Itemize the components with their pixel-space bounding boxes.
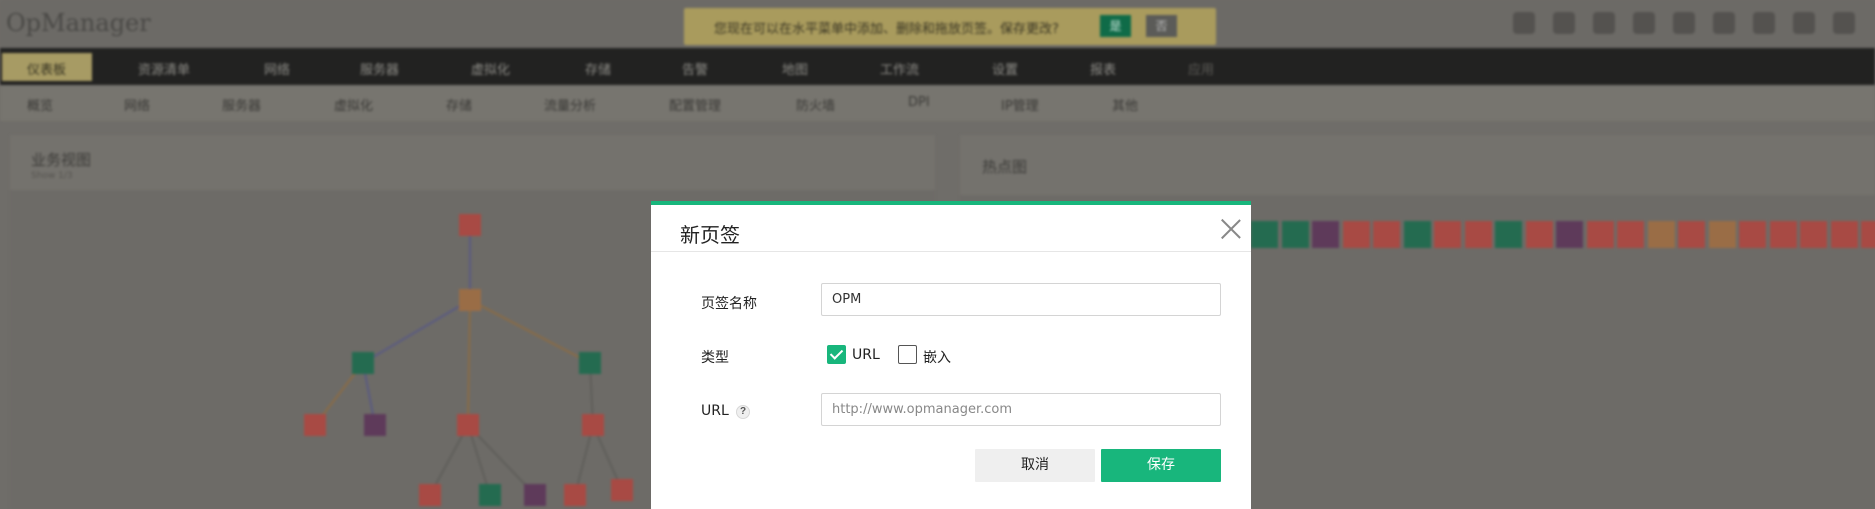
notice-text: 您现在可以在水平菜单中添加、删除和拖放页签。保存更改? <box>714 22 1059 37</box>
map-node[interactable] <box>304 414 326 436</box>
heatmap-cell[interactable] <box>1739 221 1766 248</box>
main-nav-item[interactable]: 告警 <box>682 59 708 78</box>
main-nav: 资源清单 网络 服务器 虚拟化 存储 告警 地图 工作流 设置 报表 应用 <box>0 48 1875 85</box>
map-node[interactable] <box>457 414 479 436</box>
main-nav-item[interactable]: 工作流 <box>880 59 919 78</box>
heatmap-cell[interactable] <box>1495 221 1522 248</box>
heatmap-cell[interactable] <box>1800 221 1827 248</box>
heatmap-cell[interactable] <box>1861 221 1875 248</box>
url-input[interactable] <box>821 393 1221 426</box>
map-node[interactable] <box>459 214 481 236</box>
sub-nav-item[interactable]: IP管理 <box>1001 95 1039 114</box>
map-node[interactable] <box>419 484 441 506</box>
bell-icon[interactable] <box>1713 12 1735 34</box>
map-node[interactable] <box>564 484 586 506</box>
type-label: 类型 <box>701 350 729 366</box>
main-nav-item[interactable]: 应用 <box>1188 59 1214 78</box>
map-node[interactable] <box>459 289 481 311</box>
sub-nav-item[interactable]: 虚拟化 <box>334 95 373 114</box>
map-node[interactable] <box>524 484 546 506</box>
map-link <box>469 299 591 364</box>
heatmap-cell[interactable] <box>1312 221 1339 248</box>
gear-icon[interactable] <box>1833 12 1855 34</box>
heatmap-cell[interactable] <box>1708 221 1736 248</box>
url-label-row: URL <box>701 403 729 419</box>
heatmap-cell[interactable] <box>1556 221 1583 248</box>
sub-nav-item[interactable]: 流量分析 <box>544 95 596 114</box>
url-checkbox-label: URL <box>852 347 880 363</box>
map-node[interactable] <box>579 352 601 374</box>
monitor-icon[interactable] <box>1553 12 1575 34</box>
tab-name-input[interactable] <box>821 283 1221 316</box>
sub-nav-item[interactable]: 网络 <box>124 95 150 114</box>
save-button[interactable]: 保存 <box>1101 449 1221 482</box>
main-nav-item[interactable]: 存储 <box>585 59 611 78</box>
map-node[interactable] <box>479 484 501 506</box>
heatmap-cell[interactable] <box>1830 221 1858 248</box>
map-node[interactable] <box>364 414 386 436</box>
main-nav-item[interactable]: 报表 <box>1090 59 1116 78</box>
main-nav-item[interactable]: 资源清单 <box>138 59 190 78</box>
sub-nav-item[interactable]: 存储 <box>446 95 472 114</box>
heatmap-cell[interactable] <box>1403 221 1431 248</box>
main-nav-item-label: 仪表板 <box>27 63 67 78</box>
main-nav-item[interactable]: 虚拟化 <box>471 59 510 78</box>
sub-nav-item[interactable]: DPI <box>908 95 930 110</box>
heatmap-cell[interactable] <box>1342 221 1370 248</box>
map-link <box>362 299 471 364</box>
dialog-divider <box>651 251 1251 252</box>
top-icon-bar <box>1513 12 1855 34</box>
heatmap-cell[interactable] <box>1464 221 1492 248</box>
heatmap-cell[interactable] <box>1281 221 1309 248</box>
embed-checkbox-label: 嵌入 <box>923 350 951 366</box>
map-node[interactable] <box>582 414 604 436</box>
close-icon[interactable] <box>1217 214 1245 242</box>
dialog-title: 新页签 <box>680 223 740 247</box>
heatmap-cell[interactable] <box>1617 221 1644 248</box>
plugin-icon[interactable] <box>1793 12 1815 34</box>
gift-icon[interactable] <box>1633 12 1655 34</box>
main-nav-item[interactable]: 设置 <box>992 59 1018 78</box>
map-link <box>467 299 471 426</box>
sub-nav-item[interactable]: 其他 <box>1112 95 1138 114</box>
main-nav-item-dashboard[interactable]: 仪表板 <box>2 53 92 81</box>
heatmap-cell[interactable] <box>1678 221 1705 248</box>
sub-nav-item[interactable]: 概览 <box>27 95 53 114</box>
tab-name-label: 页签名称 <box>701 296 757 312</box>
map-node[interactable] <box>611 479 633 501</box>
heatmap-cell[interactable] <box>1647 221 1675 248</box>
toggle-icon[interactable] <box>1753 12 1775 34</box>
heatmap-cell[interactable] <box>1525 221 1553 248</box>
heatmap-cell[interactable] <box>1373 221 1400 248</box>
heatmap-cell[interactable] <box>1586 221 1614 248</box>
sub-nav: 概览 网络 服务器 虚拟化 存储 流量分析 配置管理 防火墙 DPI IP管理 … <box>0 85 1875 121</box>
embed-checkbox[interactable] <box>898 345 917 364</box>
sub-nav-item[interactable]: 服务器 <box>222 95 261 114</box>
heatmap-cell[interactable] <box>1769 221 1797 248</box>
heatmap-cell[interactable] <box>1251 221 1278 248</box>
notice-yes-button[interactable]: 是 <box>1100 15 1131 37</box>
heatmap-header: 热点图 <box>960 135 1875 195</box>
map-node[interactable] <box>352 352 374 374</box>
app-logo: OpManager <box>6 9 151 37</box>
notice-no-button[interactable]: 否 <box>1146 15 1177 37</box>
tab-change-notice: 您现在可以在水平菜单中添加、删除和拖放页签。保存更改? 是 否 <box>684 8 1216 45</box>
search-icon[interactable] <box>1673 12 1695 34</box>
main-nav-item[interactable]: 网络 <box>264 59 290 78</box>
url-checkbox[interactable] <box>827 345 846 364</box>
help-icon[interactable]: ? <box>736 405 750 419</box>
main-nav-item[interactable]: 服务器 <box>360 59 399 78</box>
main-nav-item[interactable]: 地图 <box>782 59 808 78</box>
top-bar: OpManager 您现在可以在水平菜单中添加、删除和拖放页签。保存更改? 是 … <box>0 0 1875 48</box>
bulb-icon[interactable] <box>1593 12 1615 34</box>
new-tab-dialog: 新页签 页签名称 类型 URL 嵌入 URL ? 取消 保存 <box>651 201 1251 509</box>
heatmap-cell[interactable] <box>1434 221 1461 248</box>
url-label: URL <box>701 403 729 419</box>
rocket-icon[interactable] <box>1513 12 1535 34</box>
heatmap-title: 热点图 <box>982 158 1028 176</box>
sub-nav-item[interactable]: 配置管理 <box>669 95 721 114</box>
sub-nav-item[interactable]: 防火墙 <box>796 95 835 114</box>
cancel-button[interactable]: 取消 <box>975 449 1095 482</box>
